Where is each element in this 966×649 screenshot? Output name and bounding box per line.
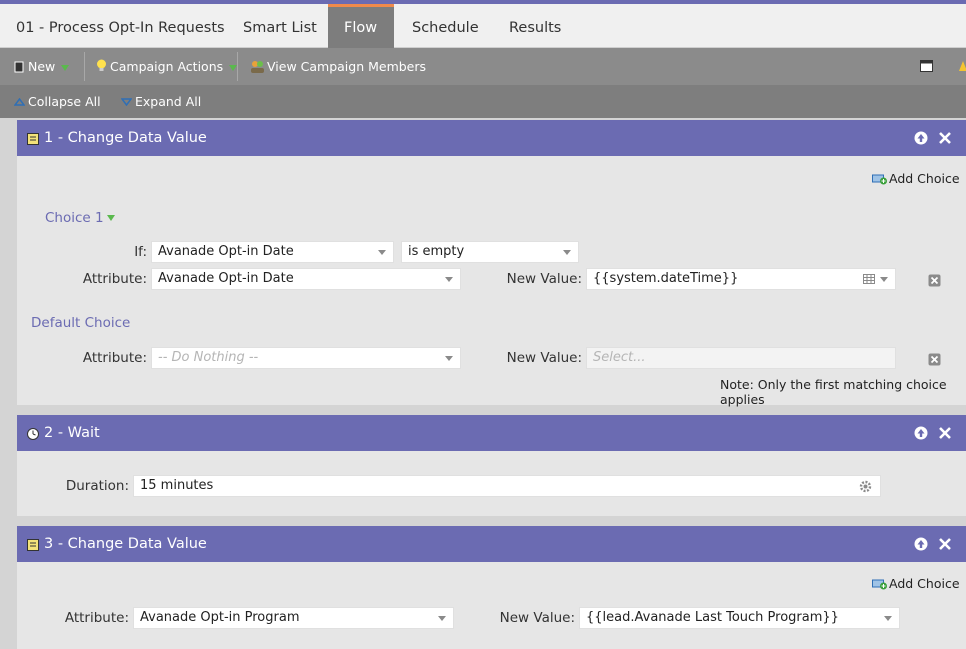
toolbar-divider: [84, 52, 85, 81]
if-operator-select[interactable]: is empty: [401, 241, 579, 263]
new-value-label: New Value:: [506, 271, 582, 287]
tab-program-name[interactable]: 01 - Process Opt-In Requests: [0, 4, 241, 48]
default-attribute-label: Attribute:: [82, 350, 147, 366]
chevron-down-icon: [106, 215, 115, 221]
lightbulb-icon: [97, 59, 106, 71]
if-label: If:: [134, 244, 147, 260]
chevron-down-icon: [445, 356, 453, 361]
add-choice-label: Add Choice: [889, 171, 960, 186]
new-value-label: New Value:: [499, 610, 575, 626]
flow-step-2: 2 - Wait Duration: 15 minutes: [17, 415, 966, 516]
default-attribute-select[interactable]: -- Do Nothing --: [151, 347, 461, 369]
add-choice-button[interactable]: Add Choice: [872, 171, 960, 186]
new-value-text: {{system.dateTime}}: [593, 271, 739, 286]
attribute-label: Attribute:: [64, 610, 129, 626]
step-1-title: 1 - Change Data Value: [44, 130, 207, 146]
close-icon[interactable]: [938, 537, 952, 551]
move-up-icon[interactable]: [914, 537, 928, 551]
remove-row-icon[interactable]: [928, 353, 941, 366]
step-3-header[interactable]: 3 - Change Data Value: [17, 526, 966, 562]
change-data-value-icon: [27, 539, 39, 551]
tab-smart-list[interactable]: Smart List: [227, 4, 333, 48]
matching-choice-note: Note: Only the first matching choice app…: [720, 377, 947, 407]
remove-row-icon[interactable]: [928, 274, 941, 287]
flow-step-3: 3 - Change Data Value Add Choice Attribu…: [17, 526, 966, 649]
chevron-down-icon: [61, 64, 70, 71]
new-label: New: [28, 59, 56, 74]
new-value-select[interactable]: {{lead.Avanade Last Touch Program}}: [579, 607, 900, 629]
expand-all-button[interactable]: Expand All: [120, 85, 202, 118]
step-2-title: 2 - Wait: [44, 425, 100, 441]
expand-all-label: Expand All: [135, 94, 202, 109]
default-new-value-placeholder: Select...: [593, 350, 646, 365]
close-icon[interactable]: [938, 131, 952, 145]
default-new-value-label: New Value:: [506, 350, 582, 366]
flow-step-1: 1 - Change Data Value Add Choice Choice …: [17, 120, 966, 407]
warning-icon: [958, 48, 966, 85]
chevron-down-icon: [229, 64, 238, 71]
add-choice-button[interactable]: Add Choice: [872, 576, 960, 591]
tab-schedule[interactable]: Schedule: [396, 4, 495, 48]
if-field-value: Avanade Opt-in Date: [158, 244, 294, 259]
new-value-input[interactable]: {{system.dateTime}}: [586, 268, 896, 290]
clock-icon: [27, 428, 39, 440]
tab-flow[interactable]: Flow: [328, 4, 394, 48]
step-1-header[interactable]: 1 - Change Data Value: [17, 120, 966, 156]
collapse-all-button[interactable]: Collapse All: [13, 85, 101, 118]
chevron-down-icon: [438, 616, 446, 621]
add-choice-icon: [872, 579, 887, 590]
campaign-actions-label: Campaign Actions: [110, 59, 224, 74]
choice-1-label: Choice 1: [45, 210, 104, 226]
if-field-select[interactable]: Avanade Opt-in Date: [151, 241, 394, 263]
duration-value: 15 minutes: [140, 478, 214, 493]
new-value-text: {{lead.Avanade Last Touch Program}}: [586, 610, 839, 625]
add-choice-label: Add Choice: [889, 576, 960, 591]
default-attribute-placeholder: -- Do Nothing --: [158, 350, 259, 365]
campaign-actions-button[interactable]: Campaign Actions: [96, 48, 238, 85]
new-menu-button[interactable]: New: [14, 48, 70, 85]
chevron-down-icon: [884, 616, 892, 621]
step-2-header[interactable]: 2 - Wait: [17, 415, 966, 451]
duration-label: Duration:: [65, 478, 129, 494]
chevron-down-icon: [445, 277, 453, 282]
chevron-down-icon: [563, 250, 571, 255]
close-icon[interactable]: [938, 426, 952, 440]
view-campaign-members-label: View Campaign Members: [267, 59, 427, 74]
attribute-select[interactable]: Avanade Opt-in Program: [133, 607, 454, 629]
new-document-icon: [14, 61, 24, 73]
attribute-label: Attribute:: [82, 271, 147, 287]
collapse-all-label: Collapse All: [28, 94, 101, 109]
duration-input[interactable]: 15 minutes: [133, 475, 881, 497]
tab-results[interactable]: Results: [493, 4, 577, 48]
attribute-select[interactable]: Avanade Opt-in Date: [151, 268, 461, 290]
view-campaign-members-button[interactable]: View Campaign Members: [250, 48, 426, 85]
move-up-icon[interactable]: [914, 131, 928, 145]
window-layout-button[interactable]: [920, 48, 933, 85]
triangle-up-icon: [13, 97, 26, 106]
campaign-tabs: 01 - Process Opt-In Requests Smart List …: [0, 4, 966, 48]
default-new-value-input[interactable]: Select...: [586, 347, 896, 369]
chevron-down-icon: [378, 250, 386, 255]
if-operator-value: is empty: [408, 244, 465, 259]
toolbar-divider: [237, 52, 238, 81]
calendar-grid-icon[interactable]: [863, 274, 875, 284]
people-icon: [251, 61, 264, 73]
move-up-icon[interactable]: [914, 426, 928, 440]
step-3-title: 3 - Change Data Value: [44, 536, 207, 552]
choice-1-title[interactable]: Choice 1: [45, 210, 115, 226]
chevron-down-icon: [880, 277, 888, 282]
add-choice-icon: [872, 174, 887, 185]
change-data-value-icon: [27, 133, 39, 145]
expand-collapse-bar: Collapse All Expand All: [0, 85, 966, 118]
attribute-value: Avanade Opt-in Date: [158, 271, 294, 286]
toolbar: New Campaign Actions View Campaign Membe…: [0, 48, 966, 85]
default-choice-title: Default Choice: [31, 315, 131, 331]
attribute-value: Avanade Opt-in Program: [140, 610, 300, 625]
window-icon: [920, 60, 933, 72]
gear-icon[interactable]: [859, 480, 872, 493]
triangle-down-icon: [120, 98, 133, 107]
